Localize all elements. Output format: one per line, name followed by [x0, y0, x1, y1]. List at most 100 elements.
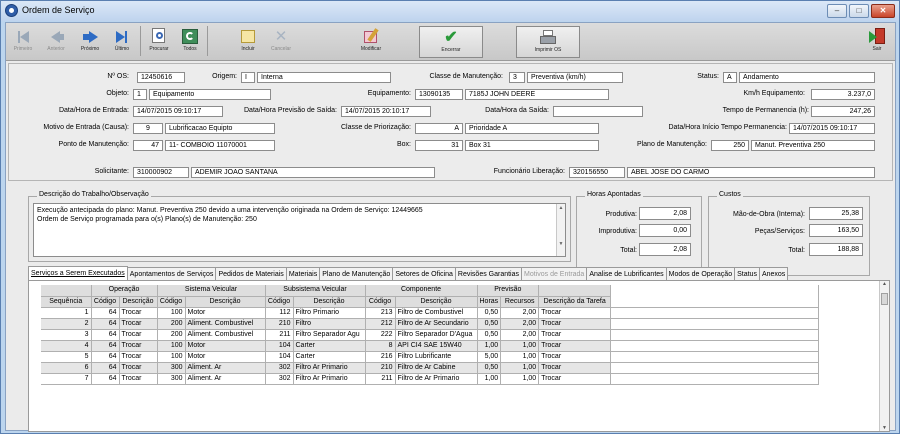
maintenance-class-field[interactable]: Preventiva (km/h) — [527, 72, 623, 83]
requester-code-field[interactable]: 310000902 — [133, 167, 189, 178]
table-cell[interactable]: 302 — [265, 373, 294, 385]
table-cell[interactable]: 64 — [91, 329, 120, 341]
box-code-field[interactable]: 31 — [415, 140, 463, 151]
tab-materiais[interactable]: Materiais — [285, 267, 321, 281]
grid-column-header[interactable]: Descrição — [119, 296, 158, 308]
table-cell[interactable]: Trocar — [538, 351, 612, 363]
parts-cost-field[interactable]: 163,50 — [809, 224, 863, 237]
scroll-down-icon[interactable]: ▼ — [559, 241, 564, 247]
table-cell[interactable]: 212 — [365, 318, 396, 330]
maintenance-point-code-field[interactable]: 47 — [133, 140, 163, 151]
table-cell[interactable]: 4 — [41, 340, 92, 352]
table-cell[interactable]: 222 — [365, 329, 396, 341]
table-cell[interactable]: Trocar — [538, 373, 612, 385]
table-cell[interactable]: 2,00 — [500, 329, 540, 341]
table-cell[interactable]: 104 — [265, 351, 294, 363]
scroll-thumb[interactable] — [881, 293, 888, 305]
table-cell[interactable]: 213 — [365, 307, 396, 319]
table-cell[interactable]: 64 — [91, 362, 120, 374]
maintenance-plan-field[interactable]: Manut. Preventiva 250 — [751, 140, 875, 151]
grid-column-header[interactable]: Código — [91, 296, 120, 308]
table-cell[interactable]: 8 — [365, 340, 396, 352]
stay-time-field[interactable]: 247,26 — [811, 106, 875, 117]
table-cell[interactable]: 300 — [157, 373, 186, 385]
entry-reason-field[interactable]: Lubrificacao Equipto — [165, 123, 275, 134]
table-cell[interactable]: 211 — [365, 373, 396, 385]
order-number-field[interactable]: 12450616 — [137, 72, 185, 83]
table-cell[interactable]: Aliment. Ar — [185, 362, 266, 374]
table-cell[interactable]: 6 — [41, 362, 92, 374]
tab-setores[interactable]: Setores de Oficina — [392, 267, 456, 281]
table-cell[interactable]: 210 — [365, 362, 396, 374]
grid-column-header[interactable]: Sequência — [41, 296, 92, 308]
table-cell[interactable]: 1,00 — [477, 340, 502, 352]
all-records-button[interactable]: Todos — [177, 26, 203, 58]
table-cell[interactable]: Carter — [293, 351, 366, 363]
table-cell[interactable]: 112 — [265, 307, 294, 319]
table-cell[interactable]: API CI4 SAE 15W40 — [395, 340, 478, 352]
grid-column-header[interactable]: Descrição — [185, 296, 266, 308]
priority-class-code-field[interactable]: A — [415, 123, 463, 134]
table-cell[interactable]: Filtro Primario — [293, 307, 366, 319]
table-cell[interactable]: Trocar — [119, 351, 158, 363]
table-cell[interactable]: Trocar — [119, 329, 158, 341]
exit-button[interactable]: Sair — [864, 26, 890, 58]
table-cell[interactable]: Filtro de Combustivel — [395, 307, 478, 319]
first-record-button[interactable]: Primeiro — [10, 26, 36, 58]
table-cell[interactable]: 0,50 — [477, 318, 502, 330]
grid-column-header[interactable]: Código — [365, 296, 396, 308]
table-cell[interactable]: 2,00 — [500, 318, 540, 330]
modify-button[interactable]: Modificar — [356, 26, 386, 58]
object-field[interactable]: Equipamento — [149, 89, 271, 100]
grid-column-header[interactable]: Descrição da Tarefa — [538, 296, 612, 308]
cancel-button[interactable]: ✕ Cancelar — [266, 26, 296, 58]
table-cell[interactable]: 200 — [157, 318, 186, 330]
table-cell[interactable]: Filtro Ar Primario — [293, 362, 366, 374]
table-cell[interactable]: Trocar — [538, 329, 612, 341]
table-row[interactable]: 3 64 Trocar 200 Aliment. Combustivel 211 Filtr… — [41, 329, 820, 341]
table-cell[interactable]: Trocar — [119, 373, 158, 385]
tab-motivos[interactable]: Motivos de Entrada — [521, 267, 588, 281]
table-cell[interactable]: Motor — [185, 351, 266, 363]
print-button[interactable]: Imprimir OS — [516, 26, 580, 58]
table-cell[interactable]: 1,00 — [477, 373, 502, 385]
total-cost-field[interactable]: 188,88 — [809, 243, 863, 256]
table-cell[interactable]: 64 — [91, 373, 120, 385]
table-cell[interactable]: Trocar — [538, 307, 612, 319]
table-cell[interactable]: Trocar — [538, 340, 612, 352]
search-button[interactable]: Procurar — [144, 26, 174, 58]
previous-record-button[interactable]: Anterior — [40, 26, 72, 58]
exit-datetime-field[interactable] — [553, 106, 643, 117]
grid-column-header[interactable]: Código — [265, 296, 294, 308]
table-cell[interactable]: 100 — [157, 340, 186, 352]
grid-column-header[interactable]: Recursos — [500, 296, 540, 308]
table-cell[interactable]: 210 — [265, 318, 294, 330]
origin-field[interactable]: Interna — [257, 72, 391, 83]
description-memo[interactable]: Execução antecipada do plano: Manut. Pre… — [33, 203, 566, 257]
table-cell[interactable]: 5,00 — [477, 351, 502, 363]
table-cell[interactable]: 1,00 — [500, 362, 540, 374]
table-cell[interactable]: 5 — [41, 351, 92, 363]
table-cell[interactable]: Filtro de Ar Secundario — [395, 318, 478, 330]
insert-button[interactable]: Incluir — [233, 26, 263, 58]
table-cell[interactable]: 300 — [157, 362, 186, 374]
table-cell[interactable]: 64 — [91, 340, 120, 352]
table-cell[interactable]: Carter — [293, 340, 366, 352]
box-field[interactable]: Box 31 — [465, 140, 599, 151]
equipment-field[interactable]: 7185J JOHN DEERE — [465, 89, 609, 100]
table-cell[interactable]: 0,50 — [477, 307, 502, 319]
table-cell[interactable]: 1,00 — [500, 351, 540, 363]
status-code-field[interactable]: A — [723, 72, 737, 83]
kmh-field[interactable]: 3.237,0 — [811, 89, 875, 100]
table-cell[interactable]: Filtro de Ar Primario — [395, 373, 478, 385]
grid-vertical-scrollbar[interactable]: ▲ ▼ — [879, 281, 889, 431]
expected-exit-field[interactable]: 14/07/2015 20:10:17 — [341, 106, 431, 117]
table-cell[interactable]: 104 — [265, 340, 294, 352]
tab-lubrificantes[interactable]: Analise de Lubrificantes — [586, 267, 667, 281]
grid-column-header[interactable]: Horas — [477, 296, 502, 308]
table-cell[interactable]: 100 — [157, 351, 186, 363]
close-button[interactable]: ✕ — [871, 4, 895, 18]
table-cell[interactable]: Motor — [185, 307, 266, 319]
tab-pedidos[interactable]: Pedidos de Materiais — [215, 267, 287, 281]
table-cell[interactable]: 211 — [265, 329, 294, 341]
